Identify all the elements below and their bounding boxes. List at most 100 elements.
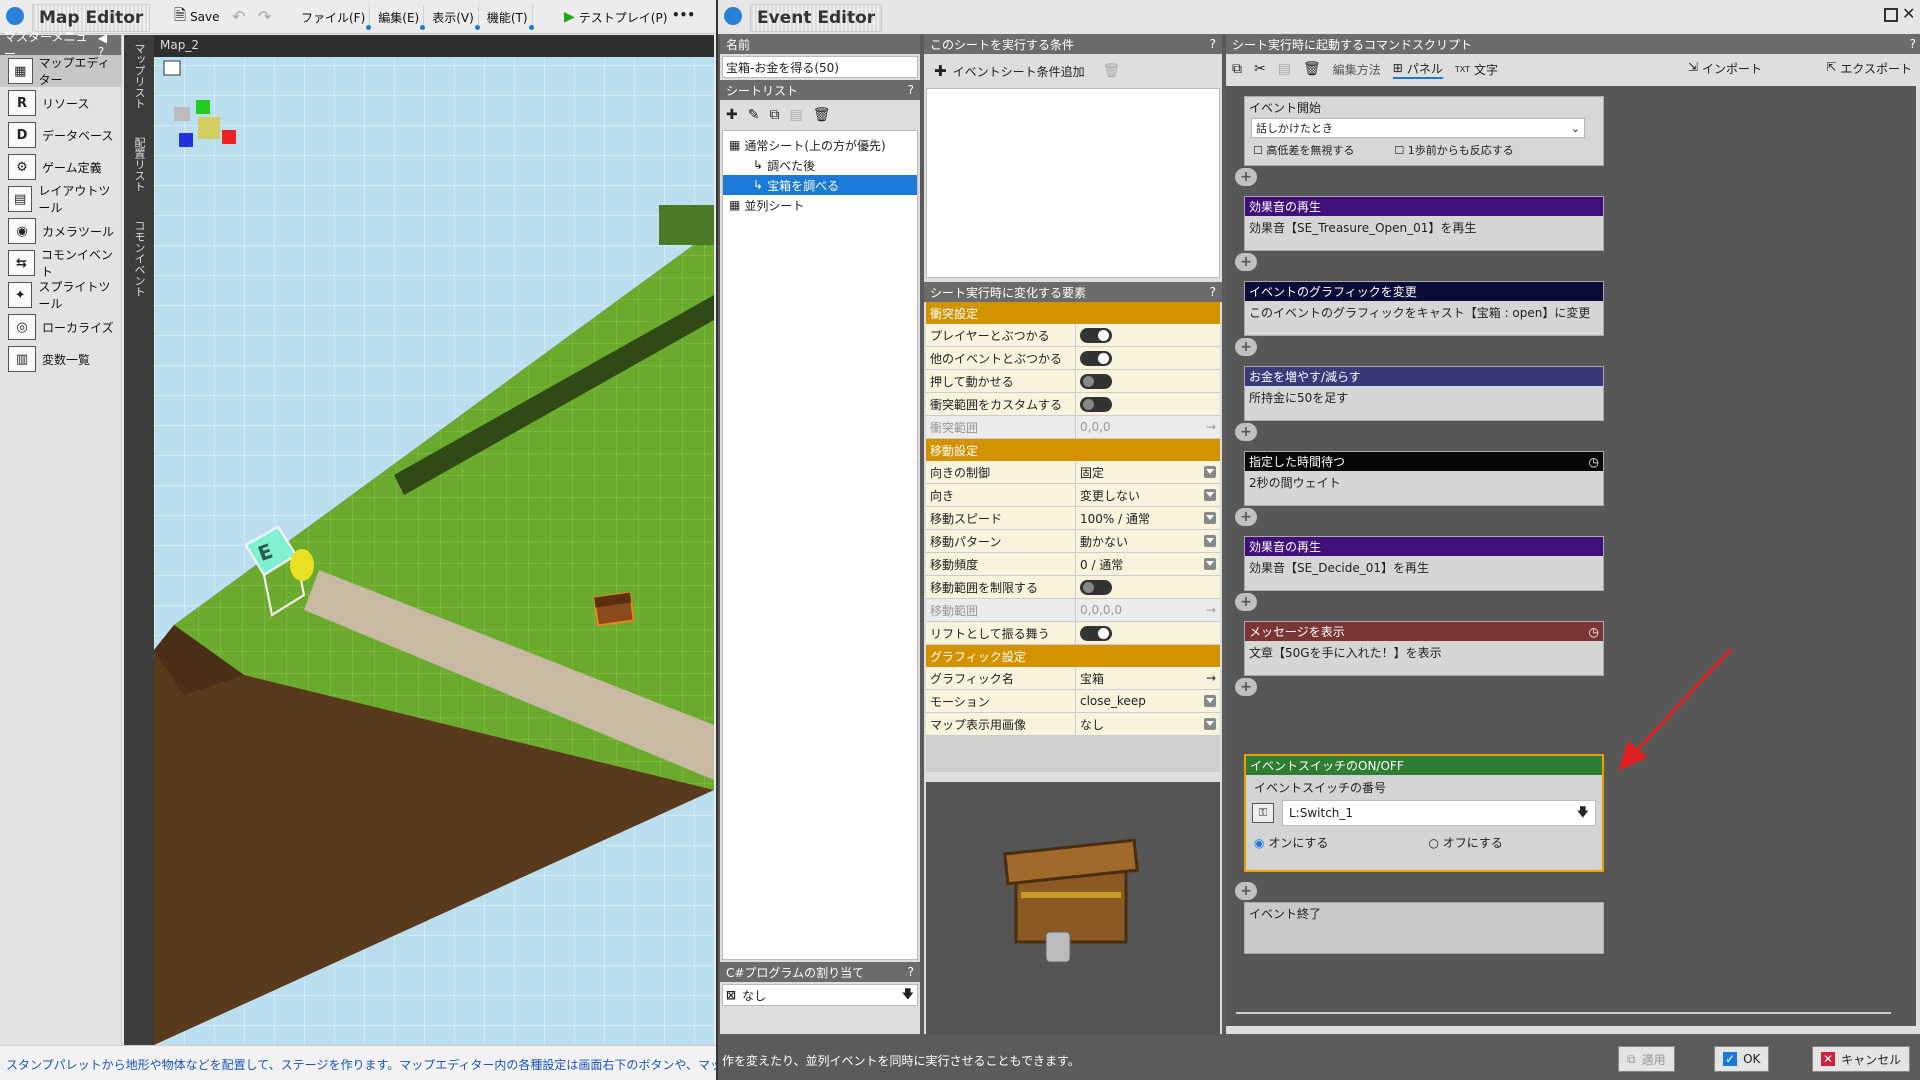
condition-list[interactable] (926, 88, 1220, 278)
delete-condition-icon[interactable]: 🗑 (1103, 63, 1121, 79)
view-menu-icon[interactable] (163, 60, 181, 76)
delete-command-icon[interactable]: 🗑 (1303, 61, 1321, 77)
sheet-item[interactable]: ▦ 通常シート(上の方が優先) (723, 135, 917, 155)
property-value[interactable]: 0 / 通常 (1080, 556, 1123, 573)
horizontal-scrollbar[interactable] (1236, 1012, 1891, 1014)
command-block[interactable]: イベントのグラフィックを変更 このイベントのグラフィックをキャスト【宝箱 : op… (1244, 281, 1604, 336)
dropdown-arrow-icon[interactable] (1204, 718, 1216, 730)
menu-view[interactable]: 表示(V) (428, 5, 480, 30)
tab-map-list[interactable]: マップリスト (124, 35, 154, 117)
master-item-2[interactable]: D データベース (0, 119, 121, 151)
master-item-7[interactable]: ✦ スプライトツール (0, 279, 121, 311)
tab-placement-list[interactable]: 配置リスト (124, 129, 154, 200)
save-button[interactable]: 🗎 Save (170, 4, 224, 30)
maximize-icon[interactable] (1884, 8, 1898, 22)
insert-command-button[interactable]: + (1235, 593, 1257, 611)
undo-icon[interactable]: ↶ (232, 7, 245, 26)
more-button[interactable]: ••• (672, 8, 695, 22)
clear-icon[interactable]: ⊠ (726, 988, 736, 1002)
text-mode-button[interactable]: TXT 文字 (1455, 61, 1498, 78)
arrow-right-icon[interactable]: → (1206, 603, 1216, 617)
copy-sheet-icon[interactable]: ⧉ (769, 107, 779, 123)
insert-command-button[interactable]: + (1235, 508, 1257, 526)
edit-sheet-icon[interactable]: ✎ (748, 107, 760, 123)
add-condition-button[interactable]: ✚ イベントシート条件追加 (934, 62, 1085, 80)
tab-common-event[interactable]: コモンイベント (124, 212, 154, 305)
close-icon[interactable]: ✕ (1902, 4, 1915, 23)
map-viewport[interactable]: E (154, 35, 714, 1045)
command-script-area[interactable]: イベント開始 話しかけたとき ⌄ ☐ 高低差を無視する ☐ 1歩前からも反応する … (1226, 86, 1916, 1026)
master-item-1[interactable]: R リソース (0, 87, 121, 119)
property-toggle[interactable] (1080, 373, 1112, 389)
master-item-0[interactable]: ▦ マップエディター (0, 55, 121, 87)
master-item-8[interactable]: ◎ ローカライズ (0, 311, 121, 343)
property-toggle[interactable] (1080, 625, 1112, 641)
switch-picker-icon[interactable]: ⚿ (1252, 803, 1274, 823)
master-item-3[interactable]: ⚙ ゲーム定義 (0, 151, 121, 183)
sheet-item[interactable]: ↳ 宝箱を調べる (723, 175, 917, 195)
command-block[interactable]: お金を増やす/減らす 所持金に50を足す (1244, 366, 1604, 421)
cancel-button[interactable]: ✕ キャンセル (1812, 1046, 1911, 1072)
cut-command-icon[interactable]: ✂ (1254, 61, 1266, 77)
treasure-chest-model[interactable] (593, 591, 635, 627)
property-toggle[interactable] (1080, 579, 1112, 595)
switch-on-radio[interactable]: ◉ オンにする (1254, 834, 1328, 851)
dropdown-arrow-icon[interactable] (1204, 558, 1216, 570)
apply-button[interactable]: ⧉ 適用 (1618, 1046, 1675, 1072)
command-block[interactable]: 効果音の再生 効果音【SE_Decide_01】を再生 (1244, 536, 1604, 591)
dropdown-arrow-icon[interactable] (1204, 695, 1216, 707)
copy-command-icon[interactable]: ⧉ (1232, 61, 1242, 77)
property-value[interactable]: 動かない (1080, 533, 1128, 550)
insert-command-button[interactable]: + (1235, 253, 1257, 271)
insert-command-button[interactable]: + (1235, 882, 1257, 900)
sheet-item[interactable]: ▦ 並列シート (723, 195, 917, 215)
master-item-9[interactable]: ▥ 変数一覧 (0, 343, 121, 375)
master-item-4[interactable]: ▤ レイアウトツール (0, 183, 121, 215)
dropdown-arrow-icon[interactable] (1204, 512, 1216, 524)
one-step-checkbox[interactable]: ☐ 1歩前からも反応する (1394, 142, 1513, 158)
dropdown-icon[interactable]: 🡇 (902, 985, 914, 1006)
panel-mode-button[interactable]: ⊞ パネル (1392, 60, 1443, 79)
switch-select[interactable]: L:Switch_1 🡇 (1282, 800, 1596, 826)
insert-command-button[interactable]: + (1235, 678, 1257, 696)
switch-command-block[interactable]: イベントスイッチのON/OFF イベントスイッチの番号 ⚿ L:Switch_1… (1244, 754, 1604, 872)
insert-command-button[interactable]: + (1235, 338, 1257, 356)
arrow-right-icon[interactable]: → (1206, 420, 1216, 434)
property-value[interactable]: 固定 (1080, 464, 1104, 481)
dropdown-arrow-icon[interactable] (1204, 489, 1216, 501)
insert-command-button[interactable]: + (1235, 423, 1257, 441)
master-item-6[interactable]: ⇆ コモンイベント (0, 247, 121, 279)
command-block[interactable]: メッセージを表示 ◷ 文章【50Gを手に入れた！】を表示 (1244, 621, 1604, 676)
property-toggle[interactable] (1080, 327, 1112, 343)
csharp-select[interactable]: ⊠ なし 🡇 (722, 984, 918, 1006)
dropdown-arrow-icon[interactable] (1204, 535, 1216, 547)
property-value[interactable]: なし (1080, 716, 1104, 733)
property-toggle[interactable] (1080, 350, 1112, 366)
trigger-select[interactable]: 話しかけたとき ⌄ (1251, 118, 1585, 138)
master-item-5[interactable]: ◉ カメラツール (0, 215, 121, 247)
menu-file[interactable]: ファイル(F) (297, 5, 372, 30)
property-value[interactable]: close_keep (1080, 694, 1146, 708)
dropdown-arrow-icon[interactable] (1204, 466, 1216, 478)
property-value[interactable]: 宝箱 (1080, 670, 1104, 687)
import-button[interactable]: ⇲ インポート (1688, 60, 1762, 77)
command-block[interactable]: 指定した時間待つ ◷ 2秒の間ウェイト (1244, 451, 1604, 506)
command-block[interactable]: 効果音の再生 効果音【SE_Treasure_Open_01】を再生 (1244, 196, 1604, 251)
redo-icon[interactable]: ↷ (258, 7, 271, 26)
paste-sheet-icon[interactable]: ▤ (789, 107, 802, 123)
sheet-item[interactable]: ↳ 調べた後 (723, 155, 917, 175)
menu-edit[interactable]: 編集(E) (374, 5, 426, 30)
ok-button[interactable]: ✓ OK (1714, 1046, 1770, 1072)
viewport-tab[interactable]: Map_2 (154, 35, 714, 57)
add-sheet-icon[interactable]: ✚ (726, 107, 738, 123)
property-toggle[interactable] (1080, 396, 1112, 412)
paste-command-icon[interactable]: ▤ (1278, 61, 1291, 77)
property-value[interactable]: 変更しない (1080, 487, 1140, 504)
testplay-button[interactable]: ▶ テストプレイ(P) (560, 4, 671, 30)
insert-command-button[interactable]: + (1235, 168, 1257, 186)
arrow-right-icon[interactable]: → (1206, 671, 1216, 685)
menu-tools[interactable]: 機能(T) (483, 5, 534, 30)
event-name-field[interactable]: 宝箱-お金を得る(50) (722, 56, 918, 78)
export-button[interactable]: ⇱ エクスポート (1826, 60, 1912, 77)
ignore-height-checkbox[interactable]: ☐ 高低差を無視する (1253, 142, 1354, 158)
